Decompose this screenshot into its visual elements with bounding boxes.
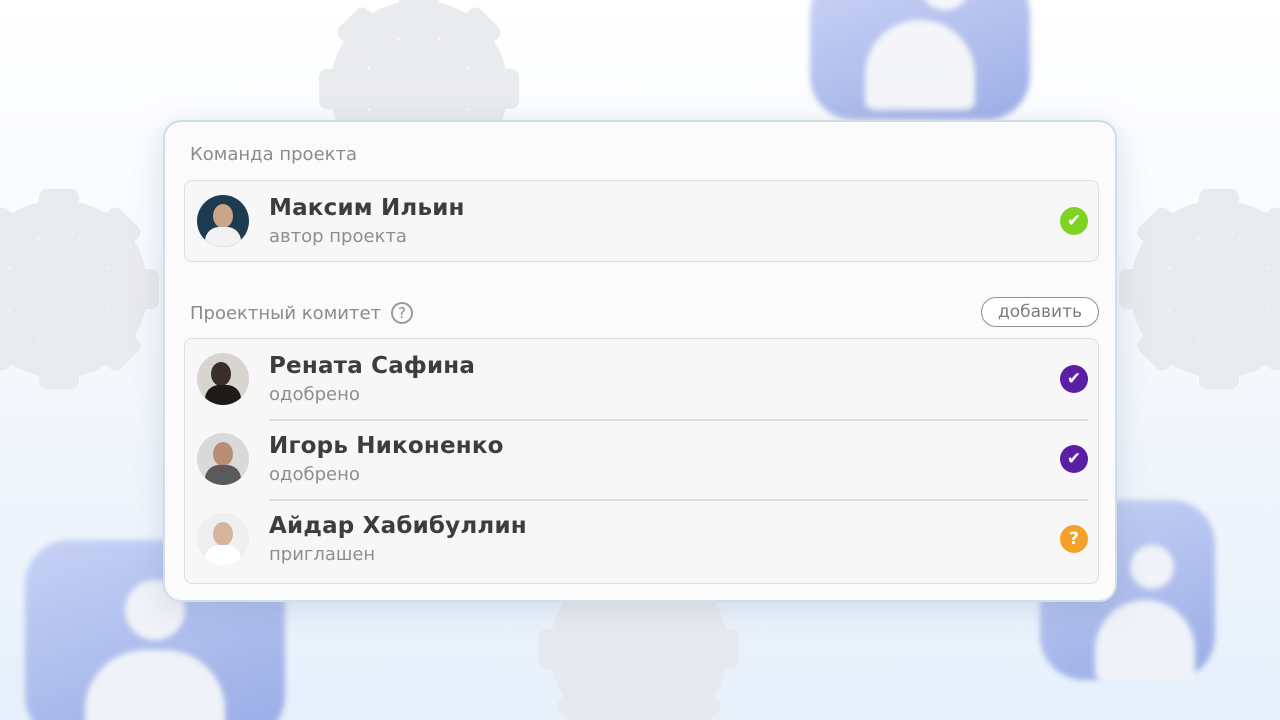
committee-list: Рената Сафина одобрено ✔ Игорь Никоненко… [184,338,1099,584]
gear-icon [0,189,148,389]
list-item[interactable]: Игорь Никоненко одобрено ✔ [185,419,1098,499]
project-team-card: Команда проекта Максим Ильин автор проек… [163,120,1117,602]
member-status: автор проекта [269,226,407,247]
avatar [197,353,249,405]
user-profile-icon [810,0,1030,120]
check-icon: ✔ [1060,365,1088,393]
member-name: Максим Ильин [269,195,465,221]
list-item[interactable]: Рената Сафина одобрено ✔ [185,339,1098,419]
avatar [197,433,249,485]
add-member-button[interactable]: добавить [980,297,1099,327]
help-icon[interactable]: ? [391,302,414,324]
list-item[interactable]: Айдар Хабибуллин приглашен ? [185,499,1098,579]
avatar [197,195,249,247]
member-name: Айдар Хабибуллин [269,513,527,539]
member-status: приглашен [269,544,376,565]
check-icon: ✔ [1060,207,1088,235]
check-icon: ✔ [1060,445,1088,473]
gear-icon [1130,189,1280,389]
question-icon: ? [1060,525,1088,553]
author-item[interactable]: Максим Ильин автор проекта ✔ [185,181,1098,261]
committee-title-label: Проектный комитет [190,302,382,324]
committee-section-title: Проектный комитет ? [190,302,414,324]
avatar [197,513,249,565]
author-group: Максим Ильин автор проекта ✔ [184,180,1099,262]
member-name: Игорь Никоненко [269,433,504,459]
member-status: одобрено [269,464,360,485]
team-section-title: Команда проекта [190,144,358,165]
member-status: одобрено [269,384,360,405]
member-name: Рената Сафина [269,353,476,379]
